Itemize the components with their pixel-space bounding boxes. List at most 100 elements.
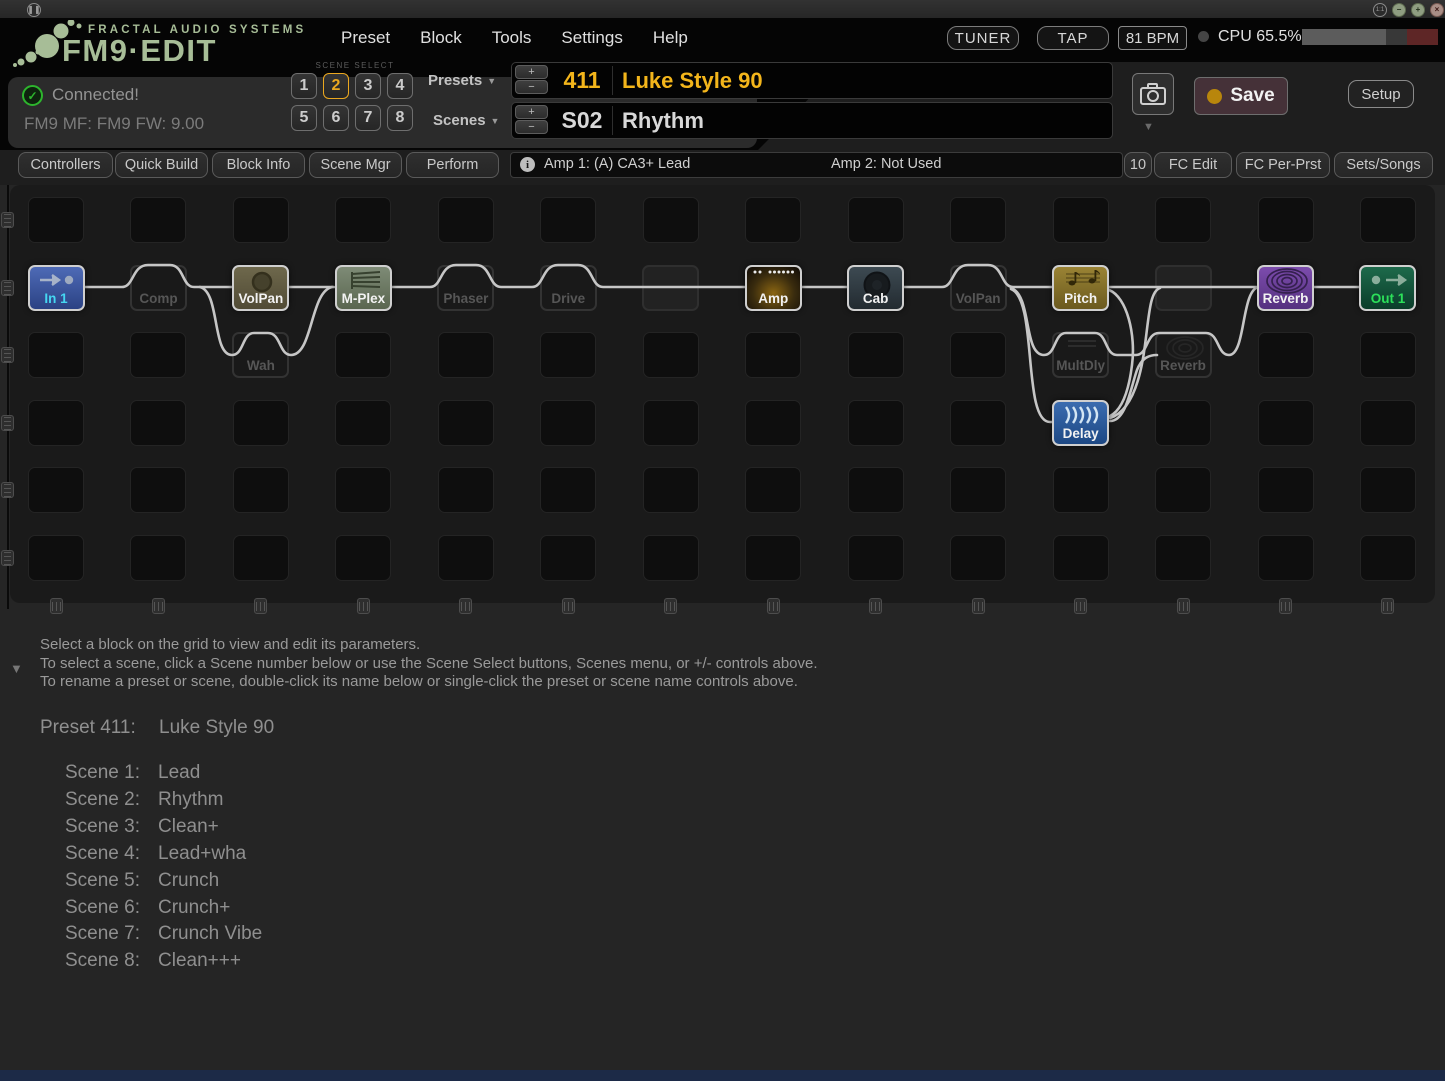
- footer-preset-name[interactable]: Luke Style 90: [159, 717, 274, 739]
- presets-dropdown[interactable]: Presets ▼: [428, 72, 496, 89]
- footer-scene-name[interactable]: Clean+: [158, 816, 219, 838]
- column-handle[interactable]: [50, 598, 63, 614]
- block-label: M-Plex: [337, 291, 390, 306]
- row-handle[interactable]: [1, 347, 14, 363]
- row-handle[interactable]: [1, 550, 14, 566]
- scene-name[interactable]: Rhythm: [622, 103, 704, 138]
- block-delay[interactable]: Delay: [1052, 400, 1109, 446]
- scene-button-2[interactable]: 2: [323, 73, 349, 99]
- footer-scene-name[interactable]: Lead+wha: [158, 843, 246, 865]
- scene-button-1[interactable]: 1: [291, 73, 317, 99]
- tab-perform[interactable]: Perform: [406, 152, 499, 178]
- zoom-button[interactable]: +: [1411, 3, 1425, 17]
- footer-scene-name[interactable]: Lead: [158, 762, 200, 784]
- preset-name[interactable]: Luke Style 90: [622, 63, 763, 98]
- scene-button-3[interactable]: 3: [355, 73, 381, 99]
- preset-display[interactable]: + − 411 Luke Style 90: [511, 62, 1113, 99]
- tab-fc-per-prst[interactable]: FC Per-Prst: [1236, 152, 1330, 178]
- scene-display[interactable]: + − S02 Rhythm: [511, 102, 1113, 139]
- snapshot-caret[interactable]: ▼: [1143, 121, 1154, 133]
- row-handle[interactable]: [1, 415, 14, 431]
- scenes-dropdown[interactable]: Scenes ▼: [433, 112, 499, 129]
- tab-controllers[interactable]: Controllers: [18, 152, 113, 178]
- column-handle[interactable]: [1381, 598, 1394, 614]
- column-handle[interactable]: [664, 598, 677, 614]
- close-button[interactable]: ×: [1430, 3, 1444, 17]
- tab-quick-build[interactable]: Quick Build: [115, 152, 208, 178]
- snapshot-button[interactable]: [1132, 73, 1174, 115]
- scene-button-5[interactable]: 5: [291, 105, 317, 131]
- menu-help[interactable]: Help: [653, 28, 688, 48]
- menu-settings[interactable]: Settings: [561, 28, 622, 48]
- tap-button[interactable]: TAP: [1037, 26, 1109, 50]
- tuner-button[interactable]: TUNER: [947, 26, 1019, 50]
- bottom-accent-bar: [0, 1070, 1445, 1081]
- menu-tools[interactable]: Tools: [492, 28, 532, 48]
- pause-button[interactable]: ❚❚: [27, 3, 41, 17]
- preset-increment-button[interactable]: +: [515, 65, 548, 79]
- setup-button[interactable]: Setup: [1348, 80, 1414, 108]
- block-out-1[interactable]: Out 1: [1359, 265, 1416, 311]
- scene-number[interactable]: S02: [556, 103, 608, 138]
- column-handle[interactable]: [459, 598, 472, 614]
- footer-scene-row[interactable]: Scene 1:Lead: [65, 762, 140, 784]
- actual-size-button[interactable]: 1:1: [1373, 3, 1387, 17]
- scene-button-4[interactable]: 4: [387, 73, 413, 99]
- tab-10[interactable]: 10: [1124, 152, 1152, 178]
- footer-scene-row[interactable]: Scene 5:Crunch: [65, 870, 140, 892]
- footer-scene-name[interactable]: Rhythm: [158, 789, 223, 811]
- cpu-meter-redzone: [1407, 29, 1438, 45]
- scene-decrement-button[interactable]: −: [515, 120, 548, 134]
- footer-scene-row[interactable]: Scene 2:Rhythm: [65, 789, 140, 811]
- footer-scene-name[interactable]: Crunch+: [158, 897, 230, 919]
- column-handle[interactable]: [869, 598, 882, 614]
- column-handle[interactable]: [562, 598, 575, 614]
- column-handle[interactable]: [152, 598, 165, 614]
- scene-button-7[interactable]: 7: [355, 105, 381, 131]
- block-pitch[interactable]: Pitch: [1052, 265, 1109, 311]
- menu-preset[interactable]: Preset: [341, 28, 390, 48]
- chevron-down-icon: ▼: [491, 116, 500, 126]
- column-handle[interactable]: [767, 598, 780, 614]
- scene-button-8[interactable]: 8: [387, 105, 413, 131]
- block-cab[interactable]: Cab: [847, 265, 904, 311]
- tab-scene-mgr[interactable]: Scene Mgr: [309, 152, 402, 178]
- column-handle[interactable]: [357, 598, 370, 614]
- collapse-triangle-icon[interactable]: ▼: [10, 661, 23, 676]
- column-handle[interactable]: [254, 598, 267, 614]
- scene-button-6[interactable]: 6: [323, 105, 349, 131]
- footer-preset-line[interactable]: Preset 411: Luke Style 90: [40, 717, 136, 739]
- footer-scene-row[interactable]: Scene 7:Crunch Vibe: [65, 923, 140, 945]
- column-handle[interactable]: [1177, 598, 1190, 614]
- scene-increment-button[interactable]: +: [515, 105, 548, 119]
- block-in-1[interactable]: In 1: [28, 265, 85, 311]
- minimize-button[interactable]: −: [1392, 3, 1406, 17]
- menu-block[interactable]: Block: [420, 28, 462, 48]
- footer-scene-row[interactable]: Scene 8:Clean+++: [65, 950, 140, 972]
- footer-scene-name[interactable]: Crunch: [158, 870, 219, 892]
- block-amp[interactable]: Amp: [745, 265, 802, 311]
- column-handle[interactable]: [1074, 598, 1087, 614]
- preset-decrement-button[interactable]: −: [515, 80, 548, 94]
- block-m-plex[interactable]: M-Plex: [335, 265, 392, 311]
- row-handle[interactable]: [1, 212, 14, 228]
- save-button[interactable]: Save: [1194, 77, 1288, 115]
- block-volpan[interactable]: VolPan: [232, 265, 289, 311]
- footer-scene-name[interactable]: Clean+++: [158, 950, 241, 972]
- footer-scene-name[interactable]: Crunch Vibe: [158, 923, 262, 945]
- block-label: Cab: [849, 291, 902, 306]
- bpm-display[interactable]: 81 BPM: [1118, 26, 1187, 50]
- row-handle[interactable]: [1, 280, 14, 296]
- footer-scene-row[interactable]: Scene 4:Lead+wha: [65, 843, 140, 865]
- tab-fc-edit[interactable]: FC Edit: [1154, 152, 1232, 178]
- tab-sets-songs[interactable]: Sets/Songs: [1334, 152, 1433, 178]
- row-handle[interactable]: [1, 482, 14, 498]
- column-handle[interactable]: [972, 598, 985, 614]
- footer-scene-row[interactable]: Scene 3:Clean+: [65, 816, 140, 838]
- tab-block-info[interactable]: Block Info: [212, 152, 305, 178]
- footer-scene-row[interactable]: Scene 6:Crunch+: [65, 897, 140, 919]
- display-divider: [612, 106, 613, 135]
- column-handle[interactable]: [1279, 598, 1292, 614]
- preset-number[interactable]: 411: [556, 63, 608, 98]
- block-reverb[interactable]: Reverb: [1257, 265, 1314, 311]
